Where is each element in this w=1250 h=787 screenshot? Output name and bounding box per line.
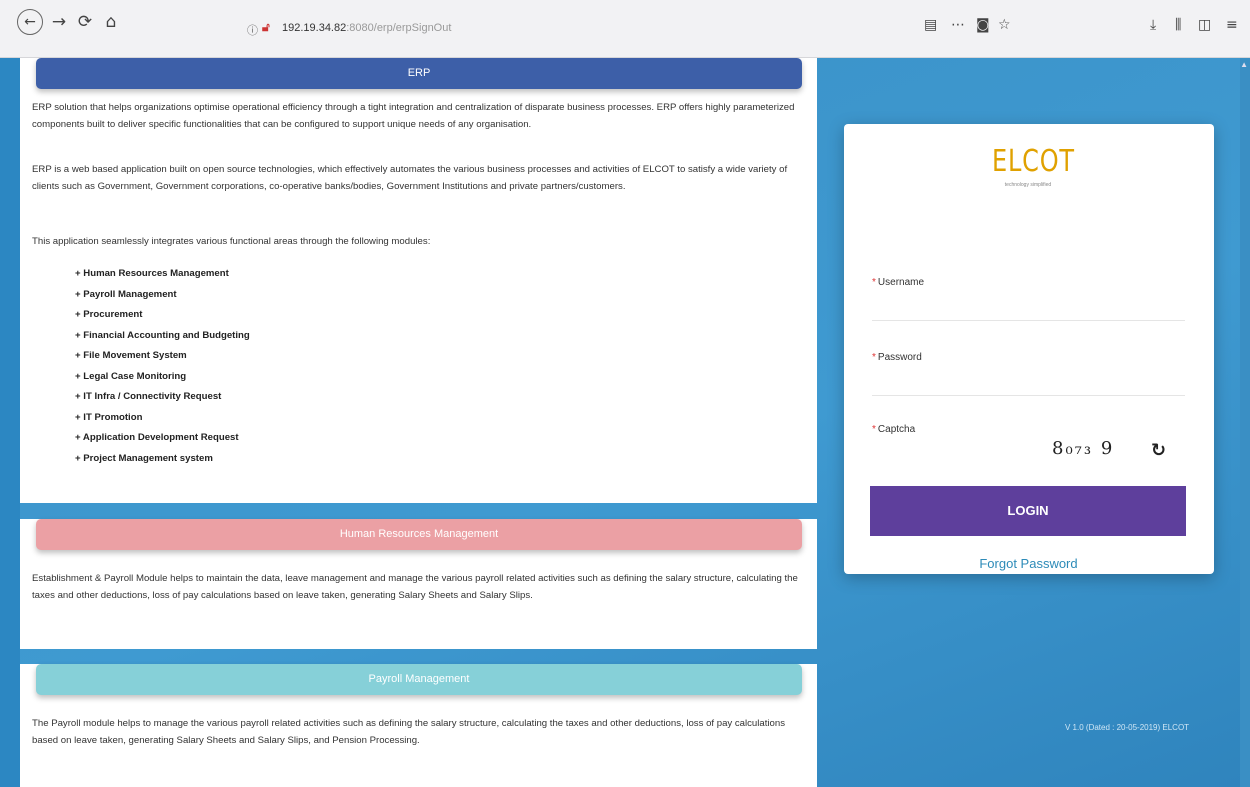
list-item: Project Management system (75, 449, 250, 470)
more-actions-icon[interactable]: ⋯ (951, 17, 965, 33)
list-item: IT Promotion (75, 408, 250, 429)
captcha-refresh-icon[interactable]: ↻ (1151, 440, 1166, 461)
logo-tagline: technology simplified (1004, 182, 1052, 188)
payroll-section: Payroll Management The Payroll module he… (20, 664, 817, 787)
erp-para-2: ERP is a web based application built on … (32, 164, 788, 192)
captcha-label: * Captcha (872, 424, 916, 435)
payroll-title: Payroll Management (36, 664, 802, 695)
sidebar-icon[interactable]: ◫ (1198, 17, 1211, 33)
password-label: * Password (872, 352, 922, 363)
forward-button[interactable]: → (47, 10, 71, 34)
erp-para-1: ERP solution that helps organizations op… (32, 102, 795, 130)
username-input[interactable] (872, 299, 1185, 321)
list-item: Application Development Request (75, 428, 250, 449)
insecure-lock-icon[interactable]: 🔓︎ (262, 20, 270, 35)
username-label: * Username (872, 277, 925, 288)
bookmark-star-icon[interactable]: ☆ (998, 17, 1011, 33)
pocket-icon[interactable]: ◙ (976, 17, 990, 33)
download-icon[interactable]: ⤓ (1150, 17, 1156, 33)
list-item: Payroll Management (75, 285, 250, 306)
back-button[interactable]: ← (17, 9, 43, 35)
hrm-section: Human Resources Management Establishment… (20, 519, 817, 649)
scroll-up-icon[interactable]: ▲ (1240, 60, 1248, 69)
list-item: Legal Case Monitoring (75, 367, 250, 388)
erp-section: ERP ERP solution that helps organization… (20, 58, 817, 503)
login-button[interactable]: LOGIN (870, 486, 1186, 536)
hrm-para: Establishment & Payroll Module helps to … (32, 573, 798, 601)
erp-title: ERP (36, 58, 802, 89)
home-button[interactable]: ⌂ (99, 10, 123, 34)
reload-button[interactable]: ⟳ (73, 10, 97, 34)
browser-toolbar: ← → ⟳ ⌂ ⓘ 🔓︎ 192.19.34.82:8080/erp/erpSi… (0, 0, 1250, 58)
list-item: Procurement (75, 305, 250, 326)
forgot-password-link[interactable]: Forgot Password (872, 556, 1185, 571)
list-item: Human Resources Management (75, 264, 250, 285)
library-icon[interactable]: ⫼ (1175, 17, 1181, 33)
login-card: ELCOT technology simplified * Username * P… (844, 124, 1214, 574)
list-item: File Movement System (75, 346, 250, 367)
hrm-title: Human Resources Management (36, 519, 802, 550)
left-strip (0, 58, 20, 787)
version-text: V 1.0 (Dated : 20-05-2019) ELCOT (1065, 723, 1190, 732)
captcha-image: 8₀₇₃ 9 (1052, 438, 1115, 459)
elcot-logo: ELCOT (992, 144, 1075, 179)
info-icon[interactable]: ⓘ (247, 22, 258, 38)
scrollbar[interactable]: ▲ (1240, 58, 1250, 787)
menu-icon[interactable]: ≡ (1226, 17, 1238, 33)
erp-para-3: This application seamlessly integrates v… (32, 236, 431, 247)
reader-view-icon[interactable]: ▤ (924, 17, 937, 33)
module-list: Human Resources Management Payroll Manag… (75, 264, 250, 469)
password-input[interactable] (872, 374, 1185, 396)
list-item: Financial Accounting and Budgeting (75, 326, 249, 347)
list-item: IT Infra / Connectivity Request (75, 387, 250, 408)
payroll-para: The Payroll module helps to manage the v… (32, 718, 785, 746)
url-text[interactable]: 192.19.34.82:8080/erp/erpSignOut (282, 22, 451, 34)
